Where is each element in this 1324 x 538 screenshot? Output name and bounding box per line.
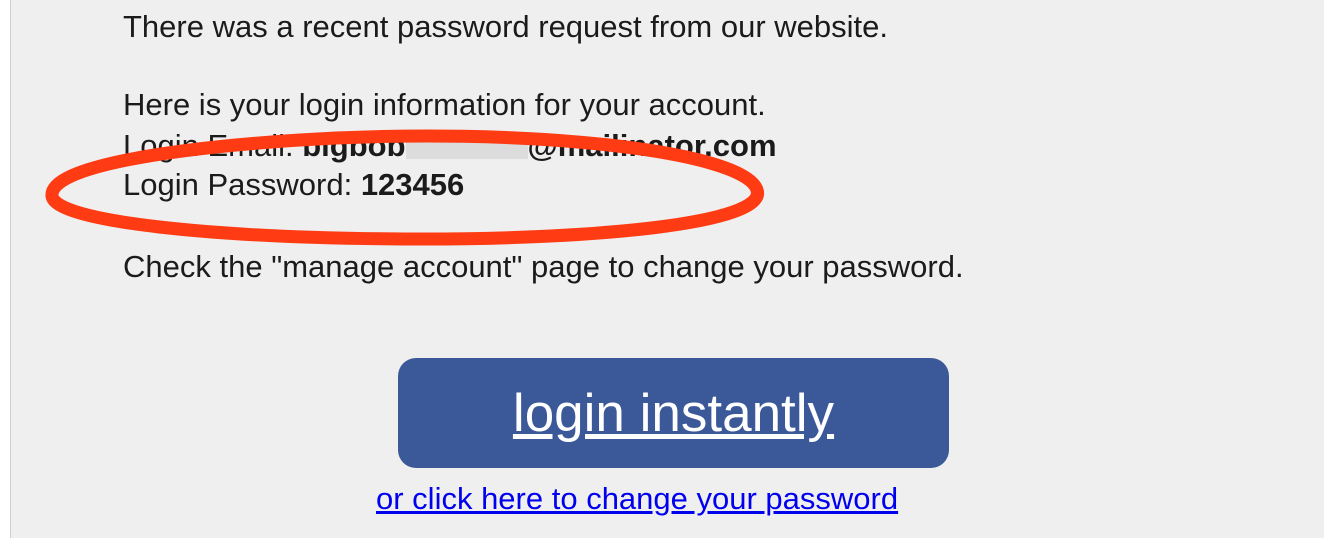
manage-account-note: Check the "manage account" page to chang… — [123, 249, 964, 284]
login-email-line: Login Email: bigbob @mailinator.com — [123, 127, 777, 165]
change-password-link[interactable]: or click here to change your password — [376, 480, 898, 518]
info-heading: Here is your login information for your … — [123, 87, 766, 122]
login-email-label: Login Email: — [123, 128, 303, 163]
login-email-domain: @mailinator.com — [527, 128, 777, 163]
login-instantly-button[interactable]: login instantly — [398, 358, 949, 468]
screenshot-frame: There was a recent password request from… — [0, 0, 1324, 538]
redaction-block — [405, 135, 528, 159]
intro-text: There was a recent password request from… — [123, 9, 889, 44]
login-password-line: Login Password: 123456 — [123, 166, 464, 204]
login-email-user: bigbob — [302, 128, 406, 163]
login-password-label: Login Password: — [123, 167, 361, 202]
login-password-value: 123456 — [360, 167, 465, 202]
